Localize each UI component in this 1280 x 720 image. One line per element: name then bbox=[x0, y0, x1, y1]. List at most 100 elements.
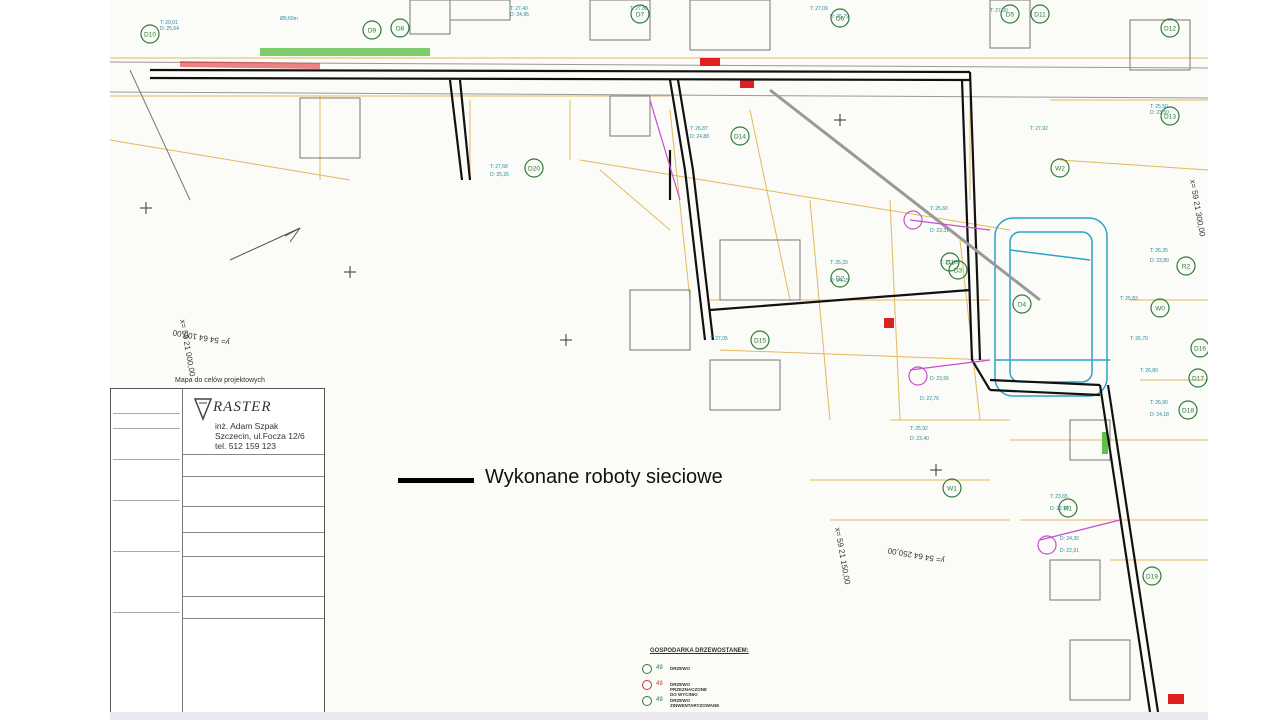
tree-icon bbox=[642, 664, 652, 674]
company-name: RASTER bbox=[213, 399, 272, 415]
tree-inventory-icon bbox=[642, 696, 652, 706]
company-stamp: RASTER inż. Adam Szpak Szczecin, ul.Focz… bbox=[183, 389, 324, 455]
tree-icon: D12 bbox=[1160, 18, 1180, 38]
tree-icon: D15 bbox=[750, 330, 770, 350]
svg-text:D: 24,95: D: 24,95 bbox=[510, 12, 529, 18]
svg-text:T: 27,92: T: 27,92 bbox=[1030, 126, 1048, 132]
tree-icon: D10 bbox=[140, 24, 160, 44]
bottom-strip bbox=[110, 712, 1208, 720]
tree-icon: D9 bbox=[362, 20, 382, 40]
svg-text:D: 23,80: D: 23,80 bbox=[1150, 258, 1169, 264]
svg-text:T: 25,92: T: 25,92 bbox=[910, 426, 928, 432]
svg-text:D: 25,64: D: 25,64 bbox=[160, 26, 179, 32]
svg-text:x= 59 21 150,00: x= 59 21 150,00 bbox=[833, 527, 852, 586]
tree-cut-icon bbox=[642, 680, 652, 690]
red-marker bbox=[740, 80, 754, 88]
svg-text:T: 26,70: T: 26,70 bbox=[1130, 336, 1148, 342]
tree-icon: D14 bbox=[730, 126, 750, 146]
reservoir bbox=[994, 217, 1110, 397]
tree-label: W1 bbox=[947, 486, 957, 493]
title-block-row bbox=[183, 557, 324, 597]
title-block: RASTER inż. Adam Szpak Szczecin, ul.Focz… bbox=[110, 388, 325, 714]
title-block-row bbox=[183, 507, 324, 533]
svg-text:D: 23,31: D: 23,31 bbox=[930, 228, 949, 234]
tree-label: D14 bbox=[734, 134, 746, 141]
work-line-swatch bbox=[398, 478, 474, 483]
work-line-label: Wykonane roboty sieciowe bbox=[485, 466, 723, 488]
company-phone: tel. 512 159 123 bbox=[215, 441, 276, 451]
tree-label: D13 bbox=[1164, 114, 1176, 121]
tree-icon: W0 bbox=[1150, 298, 1170, 318]
svg-text:T: 25,33: T: 25,33 bbox=[830, 260, 848, 266]
svg-text:y= 54 64 250,00: y= 54 64 250,00 bbox=[887, 546, 946, 565]
tree-label: D6 bbox=[836, 16, 845, 23]
svg-text:D: 22,76: D: 22,76 bbox=[920, 396, 939, 402]
tree-label: R1 bbox=[1064, 506, 1073, 513]
tree-icon: D20 bbox=[524, 158, 544, 178]
tree-label: D5 bbox=[1006, 12, 1015, 19]
tree-label: W2 bbox=[1055, 166, 1065, 173]
red-highlight bbox=[179, 61, 321, 69]
svg-text:x= 59 21 000,00: x= 59 21 000,00 bbox=[178, 319, 197, 378]
company-owner: inż. Adam Szpak bbox=[215, 421, 279, 431]
tree-label: D8 bbox=[396, 26, 405, 33]
tree-label: D3 bbox=[954, 268, 963, 275]
svg-text:D: 24,88: D: 24,88 bbox=[690, 134, 709, 140]
svg-text:T: 27,68: T: 27,68 bbox=[490, 164, 508, 170]
tree-label: D18 bbox=[1182, 408, 1194, 415]
tree-icon: D11 bbox=[1030, 4, 1050, 24]
svg-text:D: 23,40: D: 23,40 bbox=[910, 436, 929, 442]
tree-icon: D18 bbox=[1178, 400, 1198, 420]
tree-label: D9 bbox=[368, 28, 377, 35]
title-block-notes bbox=[111, 389, 183, 713]
tree-label: D7 bbox=[636, 12, 645, 19]
svg-text:D: 24,18: D: 24,18 bbox=[1150, 412, 1169, 418]
gray-pipeline bbox=[769, 88, 1041, 302]
tree-icon: D13 bbox=[1160, 106, 1180, 126]
svg-text:T: 27,09: T: 27,09 bbox=[810, 6, 828, 12]
svg-text:T: 25,60: T: 25,60 bbox=[930, 206, 948, 212]
tree-icon: D19 bbox=[1142, 566, 1162, 586]
tree-label: D12 bbox=[1164, 26, 1176, 33]
svg-text:T: 26,90: T: 26,90 bbox=[1150, 400, 1168, 406]
red-marker bbox=[700, 58, 720, 66]
svg-text:T: 25,83: T: 25,83 bbox=[1120, 296, 1138, 302]
tree-label: W0 bbox=[1155, 306, 1165, 313]
svg-text:T: 27,05: T: 27,05 bbox=[710, 336, 728, 342]
title-block-row bbox=[183, 455, 324, 477]
tree-icon: R2 bbox=[1176, 256, 1196, 276]
svg-text:D: 22,91: D: 22,91 bbox=[1060, 548, 1079, 554]
red-marker bbox=[1168, 694, 1184, 704]
tree-label: D4 bbox=[1018, 302, 1027, 309]
svg-text:Ø0,60m: Ø0,60m bbox=[280, 16, 298, 22]
title-block-main: RASTER inż. Adam Szpak Szczecin, ul.Focz… bbox=[183, 389, 324, 713]
north-arrow-icon bbox=[229, 227, 301, 261]
title-block-row bbox=[183, 597, 324, 619]
tree-label: D15 bbox=[754, 338, 766, 345]
svg-text:y= 54 64 100,00: y= 54 64 100,00 bbox=[172, 328, 231, 347]
svg-text:D: 24,30: D: 24,30 bbox=[1060, 536, 1079, 542]
company-address: Szczecin, ul.Focza 12/6 bbox=[215, 431, 305, 441]
tree-label: D10 bbox=[144, 32, 156, 39]
tree-legend-title: GOSPODARKA DRZEWOSTANEM: bbox=[650, 648, 749, 654]
title-block-row bbox=[183, 533, 324, 557]
tree-icon: D16 bbox=[1190, 338, 1208, 358]
tree-label: D11 bbox=[1034, 12, 1046, 19]
tree-label: D17 bbox=[1192, 376, 1204, 383]
svg-text:T: 26,80: T: 26,80 bbox=[1140, 368, 1158, 374]
tree-label: D2 bbox=[836, 276, 845, 283]
tree-icon: D17 bbox=[1188, 368, 1208, 388]
title-block-row bbox=[183, 477, 324, 507]
tree-icon: D3 bbox=[948, 260, 968, 280]
tree-label: D20 bbox=[528, 166, 540, 173]
tree-label: D16 bbox=[1194, 346, 1206, 353]
svg-text:x= 59 21 300,00: x= 59 21 300,00 bbox=[1188, 179, 1207, 238]
tree-icon: D8 bbox=[390, 18, 410, 38]
tree-icon: D5 bbox=[1000, 4, 1020, 24]
title-block-heading: Mapa do celów projektowych bbox=[175, 377, 265, 384]
tree-label: D19 bbox=[1146, 574, 1158, 581]
tree-icon: W2 bbox=[1050, 158, 1070, 178]
tree-label: R2 bbox=[1182, 264, 1191, 271]
svg-text:T: 26,87: T: 26,87 bbox=[690, 126, 708, 132]
red-marker bbox=[884, 318, 894, 328]
